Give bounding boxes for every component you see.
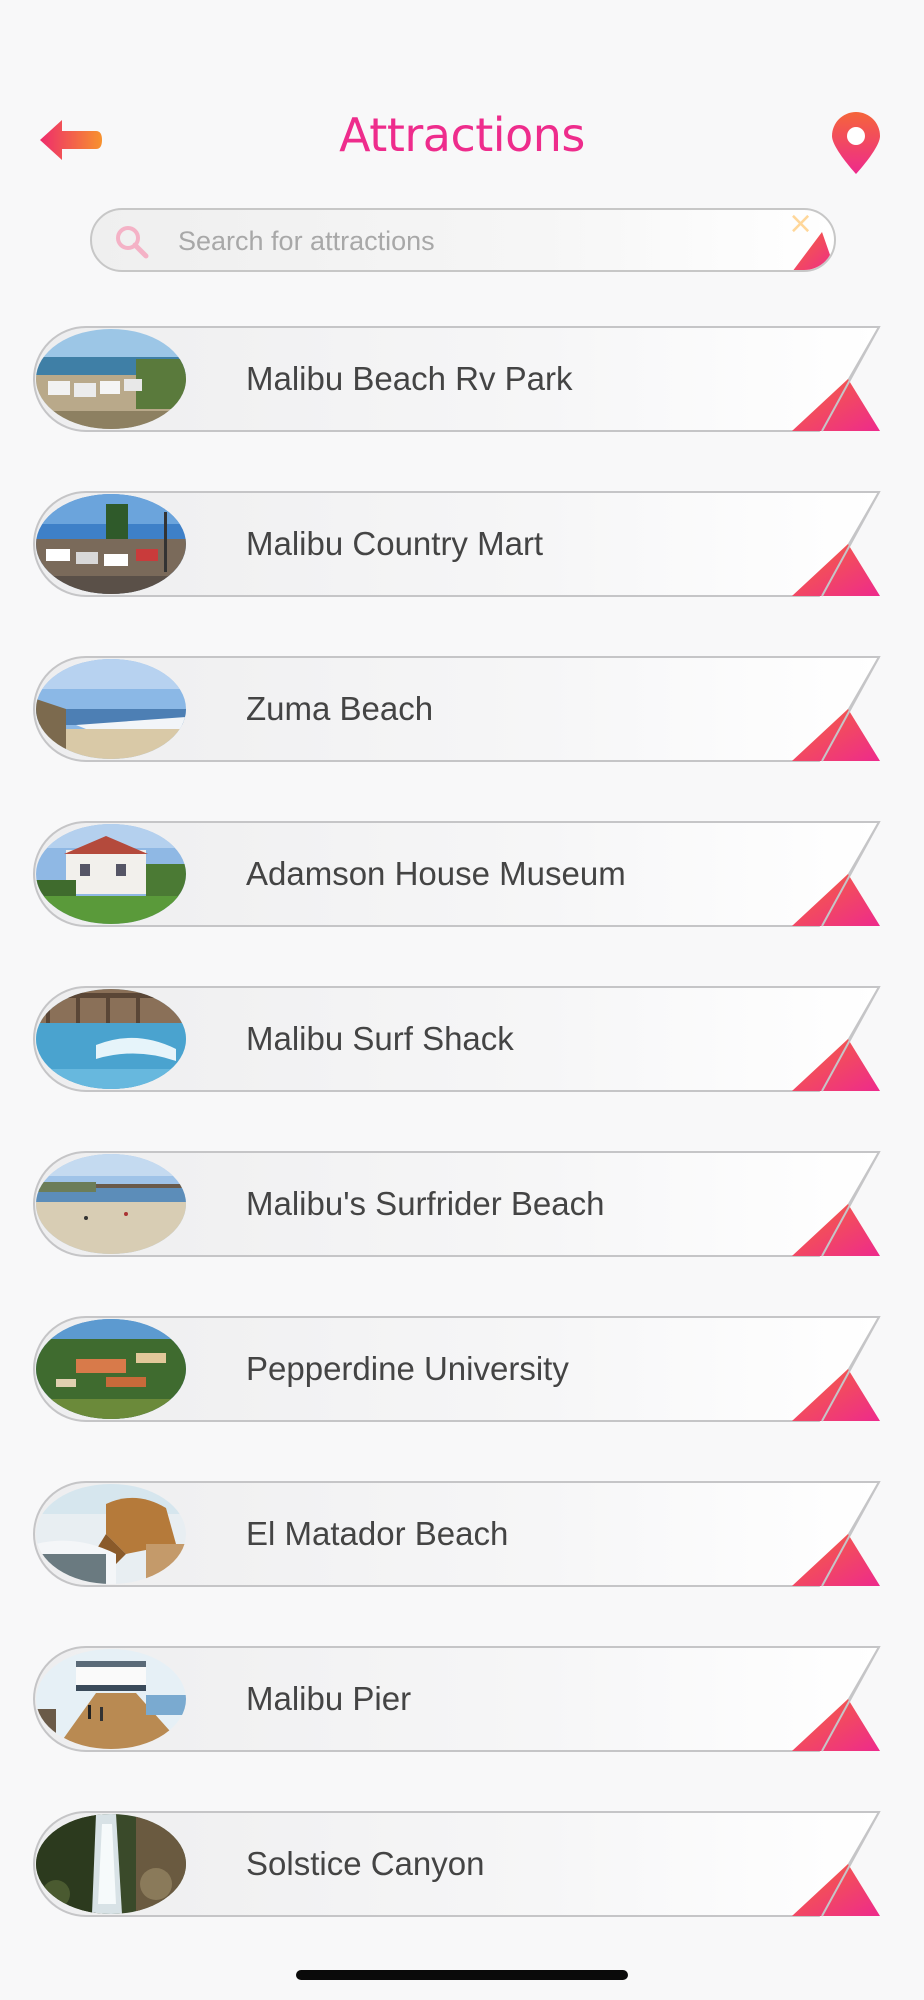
list-item[interactable]: Malibu Pier	[32, 1645, 881, 1753]
attraction-name: Malibu Pier	[246, 1680, 412, 1717]
thumbnail-image	[36, 1319, 186, 1419]
list-item[interactable]: Adamson House Museum	[32, 820, 881, 928]
thumbnail-image	[36, 1814, 186, 1914]
map-button[interactable]	[828, 112, 884, 176]
attraction-name: Adamson House Museum	[246, 855, 626, 892]
header: Attractions	[0, 100, 924, 180]
thumbnail-image	[36, 1484, 186, 1584]
list-item[interactable]: El Matador Beach	[32, 1480, 881, 1588]
magnifier-icon	[116, 226, 149, 259]
list-item[interactable]: Malibu's Surfrider Beach	[32, 1150, 881, 1258]
thumbnail-image	[36, 824, 186, 924]
thumbnail-image	[36, 1154, 186, 1254]
attraction-name: Pepperdine University	[246, 1350, 569, 1387]
list-item[interactable]: Malibu Surf Shack	[32, 985, 881, 1093]
map-pin-icon	[832, 112, 880, 174]
thumbnail-image	[36, 989, 186, 1089]
list-item[interactable]: Malibu Country Mart	[32, 490, 881, 598]
list-item[interactable]: Malibu Beach Rv Park	[32, 325, 881, 433]
thumbnail-image	[36, 329, 186, 429]
list-item[interactable]: Zuma Beach	[32, 655, 881, 763]
thumbnail-image	[36, 659, 186, 759]
list-item[interactable]: Pepperdine University	[32, 1315, 881, 1423]
thumbnail-image	[36, 494, 186, 594]
attraction-name: Malibu's Surfrider Beach	[246, 1185, 605, 1222]
thumbnail-image	[36, 1649, 186, 1749]
corner-accent	[793, 232, 834, 270]
attraction-name: Malibu Surf Shack	[246, 1020, 514, 1057]
attraction-name: El Matador Beach	[246, 1515, 509, 1552]
list-item[interactable]: Solstice Canyon	[32, 1810, 881, 1918]
search-input[interactable]	[176, 218, 740, 264]
attraction-name: Solstice Canyon	[246, 1845, 485, 1882]
attraction-name: Malibu Beach Rv Park	[246, 360, 573, 397]
home-indicator[interactable]	[296, 1970, 628, 1980]
page-title: Attractions	[339, 108, 585, 162]
search-bar: ×	[90, 208, 836, 272]
attraction-name: Zuma Beach	[246, 690, 434, 727]
attraction-name: Malibu Country Mart	[246, 525, 544, 562]
